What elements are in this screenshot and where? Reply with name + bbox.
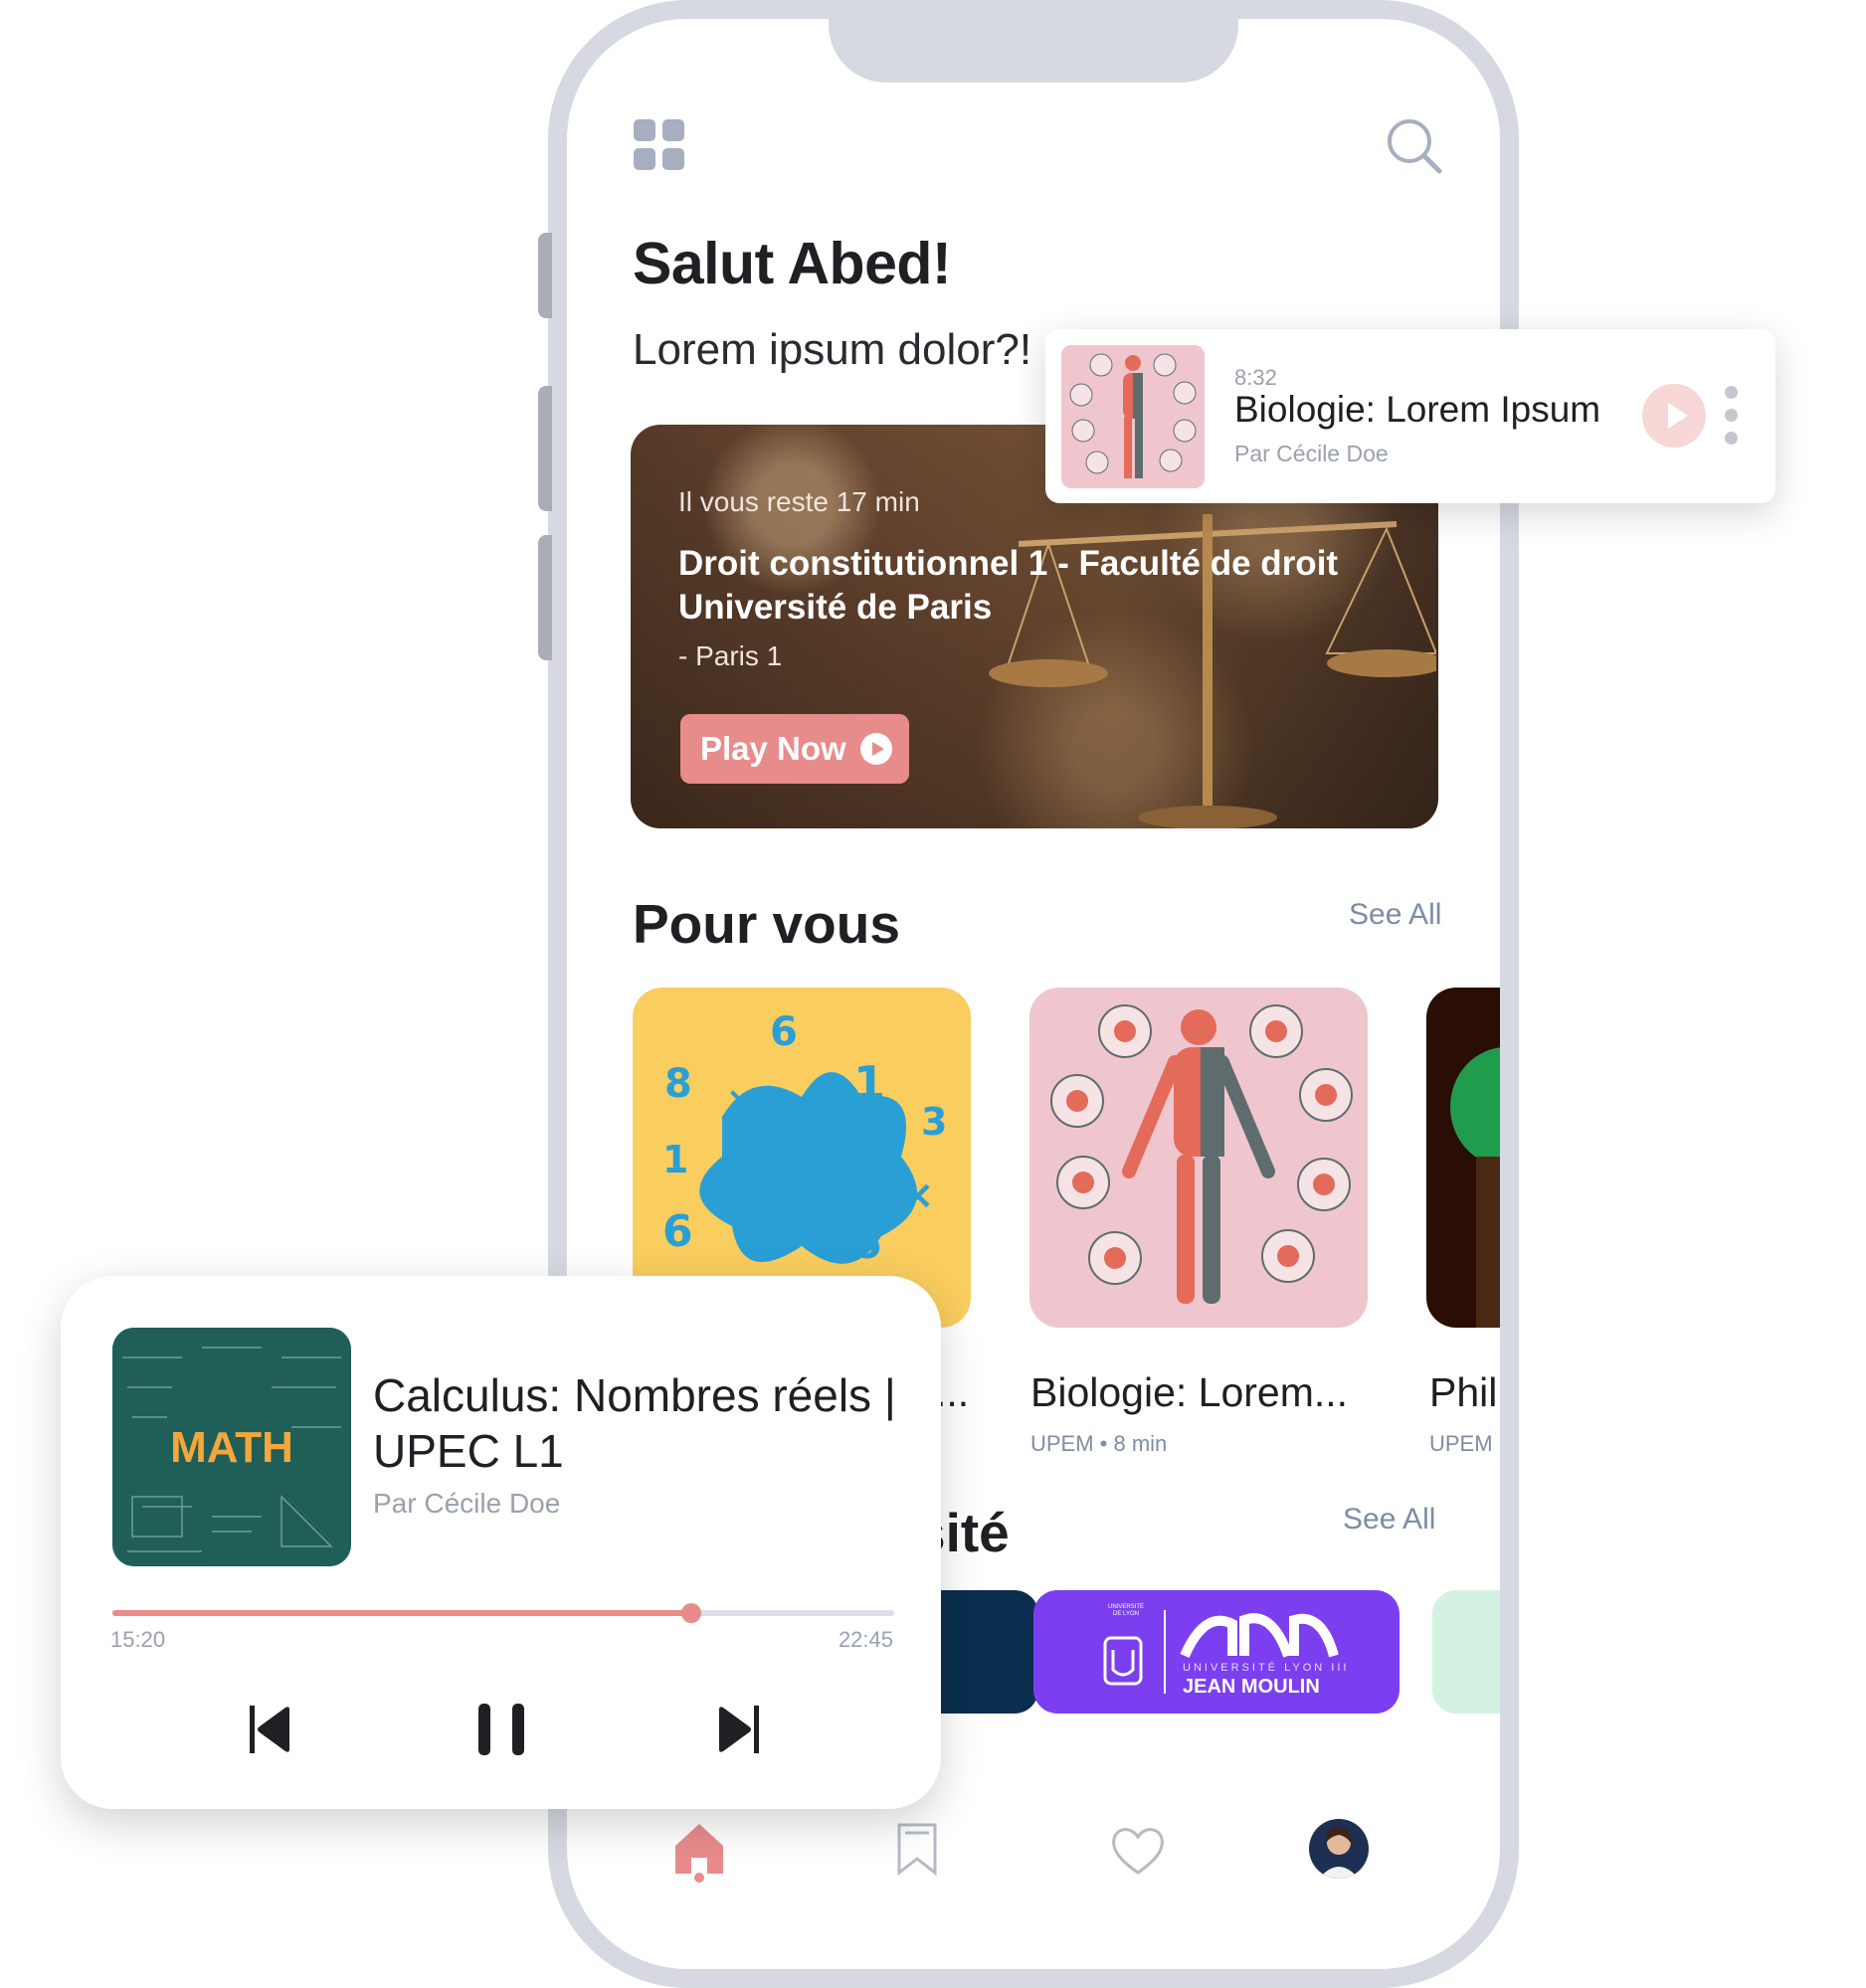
search-icon[interactable] [1386, 117, 1445, 177]
lyon-seal-text: UNIVERSITÉ DE LYON [1107, 1604, 1144, 1617]
svg-text:6: 6 [851, 1218, 882, 1269]
heart-icon[interactable] [1110, 1825, 1166, 1877]
course-meta-philosophy: UPEM [1429, 1431, 1493, 1456]
progress-handle[interactable] [680, 1603, 701, 1623]
svg-text:1: 1 [853, 1056, 885, 1110]
course-card-philosophy[interactable] [1426, 988, 1500, 1328]
avatar[interactable] [1309, 1819, 1369, 1879]
svg-text:8: 8 [664, 1061, 692, 1107]
notification-title: Biologie: Lorem Ipsum [1234, 389, 1601, 430]
progress-bar[interactable] [112, 1603, 894, 1623]
hero-time-remaining: Il vous reste 17 min [678, 486, 920, 517]
grid-icon[interactable] [634, 119, 685, 171]
player-album-art: MATH [112, 1328, 351, 1566]
greeting-title: Salut Abed! [633, 231, 952, 296]
svg-text:×: × [726, 1080, 755, 1120]
anatomy-image [1050, 1004, 1353, 1304]
hero-title: Droit constitutionnel 1 - Faculté de dro… [678, 544, 1339, 627]
volume-button [538, 233, 552, 318]
anatomy-thumbnail-image [1069, 353, 1197, 478]
progress-fill [112, 1610, 691, 1616]
album-art-label: MATH [170, 1423, 293, 1472]
play-icon [859, 733, 892, 765]
notification-time: 8:32 [1234, 365, 1277, 390]
play-icon[interactable] [1642, 384, 1706, 448]
svg-text:3: 3 [921, 1100, 947, 1144]
notification-author: Par Cécile Doe [1234, 441, 1389, 466]
university-card-mint[interactable] [1432, 1590, 1500, 1714]
more-icon[interactable] [1723, 386, 1739, 446]
see-all-universities[interactable]: See All [1343, 1503, 1435, 1536]
lyon3-name: JEAN MOULIN [1183, 1676, 1320, 1698]
phone-notch [829, 0, 1238, 83]
svg-text:6: 6 [662, 1206, 693, 1257]
pause-icon[interactable] [476, 1700, 528, 1759]
scales-of-justice-image [989, 514, 1436, 828]
volume-up-button [538, 386, 552, 511]
hero-location: - Paris 1 [678, 640, 783, 671]
audio-player-card: MATH Calculus: Nombres réels | UPEC L1 P… [61, 1276, 941, 1809]
bookmark-icon[interactable] [895, 1821, 939, 1877]
player-title: Calculus: Nombres réels | UPEC L1 [373, 1369, 896, 1477]
lyon3-tagline: UNIVERSITÉ LYON III [1183, 1662, 1350, 1674]
player-author: Par Cécile Doe [373, 1488, 561, 1519]
elapsed-time: 15:20 [110, 1627, 166, 1652]
section-title-recommendations: Pour vous [633, 893, 900, 955]
now-playing-notification[interactable]: 8:32 Biologie: Lorem Ipsum Par Cécile Do… [1045, 329, 1775, 503]
course-title-philosophy: Phil [1429, 1369, 1498, 1415]
previous-icon[interactable] [246, 1700, 295, 1759]
greeting-subtitle: Lorem ipsum dolor?! [633, 325, 1032, 374]
svg-text:×: × [901, 1173, 935, 1218]
svg-text:6: 6 [770, 1009, 798, 1055]
active-tab-indicator [694, 1873, 704, 1883]
course-meta-biology: UPEM • 8 min [1030, 1431, 1168, 1456]
play-now-label: Play Now [700, 730, 846, 767]
see-all-recommendations[interactable]: See All [1349, 898, 1441, 932]
course-title-biology: Biologie: Lorem... [1030, 1369, 1349, 1415]
home-icon[interactable] [671, 1822, 727, 1874]
next-icon[interactable] [713, 1700, 763, 1759]
university-card-lyon3[interactable]: UNIVERSITÉ DE LYON UNIVERSITÉ LYON III J… [1033, 1590, 1400, 1714]
volume-down-button [538, 535, 552, 660]
philosophy-image [1450, 1047, 1500, 1328]
play-now-button[interactable]: Play Now [680, 714, 909, 784]
notification-thumbnail [1061, 345, 1205, 488]
avatar-image [1319, 1826, 1359, 1879]
svg-text:1: 1 [662, 1138, 688, 1181]
course-card-biology[interactable] [1029, 988, 1368, 1328]
total-time: 22:45 [838, 1627, 893, 1652]
